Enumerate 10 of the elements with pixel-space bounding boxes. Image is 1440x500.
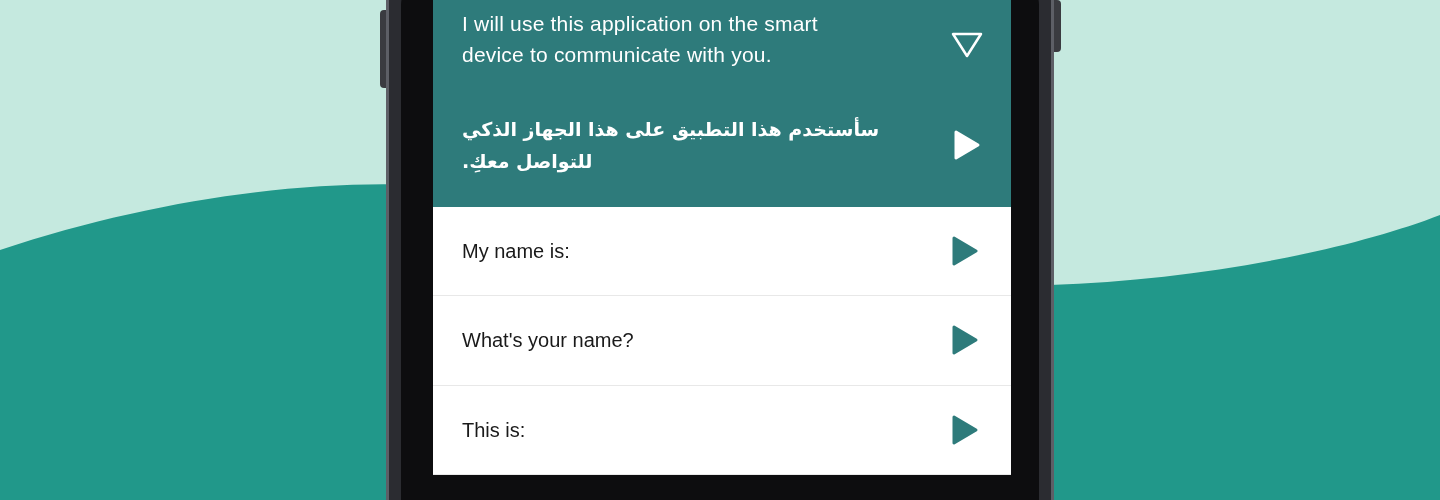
caret-icon[interactable]: [951, 32, 983, 58]
phrase-text: I will use this application on the smart device to communicate with you.: [462, 11, 819, 68]
translation-text: سأستخدم هذا التطبيق على هذا الجهاز الذكي للتواصل معكِ.: [462, 116, 881, 175]
play-icon[interactable]: [951, 413, 979, 446]
phrase-text: What's your name?: [462, 328, 634, 354]
phrase-text: My name is:: [462, 239, 570, 265]
phrase-text: This is:: [462, 417, 526, 443]
play-icon[interactable]: [953, 128, 981, 161]
play-icon[interactable]: [951, 235, 979, 268]
play-icon[interactable]: [951, 324, 979, 357]
